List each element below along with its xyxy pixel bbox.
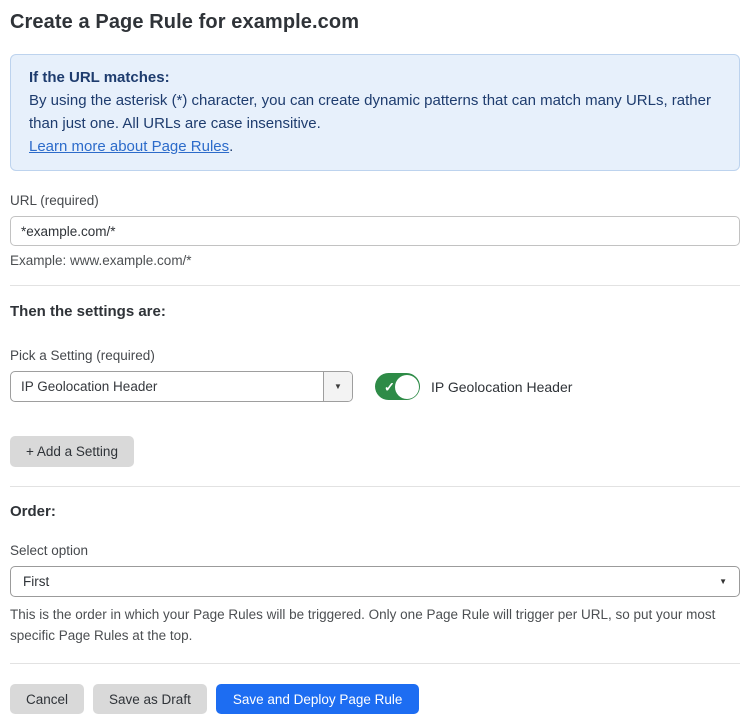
order-select[interactable]: First ▼ [10, 566, 740, 597]
create-page-rule-form: Create a Page Rule for example.com If th… [0, 0, 750, 726]
order-description: This is the order in which your Page Rul… [10, 604, 740, 646]
chevron-down-icon: ▼ [719, 577, 727, 586]
chevron-down-icon: ▼ [334, 382, 342, 391]
setting-select[interactable]: IP Geolocation Header ▼ [10, 371, 353, 402]
divider [10, 285, 740, 286]
toggle-label: IP Geolocation Header [431, 379, 572, 395]
divider [10, 486, 740, 487]
setting-select-arrow-button[interactable]: ▼ [323, 372, 352, 401]
order-select-label: Select option [10, 543, 740, 558]
link-suffix: . [229, 138, 233, 155]
setting-picker-label: Pick a Setting (required) [10, 348, 740, 363]
save-and-deploy-button[interactable]: Save and Deploy Page Rule [216, 684, 420, 714]
action-buttons-row: Cancel Save as Draft Save and Deploy Pag… [10, 684, 740, 714]
save-as-draft-button[interactable]: Save as Draft [93, 684, 207, 714]
url-field-label: URL (required) [10, 193, 740, 208]
page-title: Create a Page Rule for example.com [10, 11, 740, 34]
toggle-knob [395, 375, 419, 399]
divider [10, 663, 740, 664]
check-icon: ✓ [384, 380, 395, 393]
url-match-info-box: If the URL matches: By using the asteris… [10, 54, 740, 171]
info-box-heading: If the URL matches: [29, 66, 721, 89]
setting-select-value: IP Geolocation Header [11, 372, 323, 401]
add-setting-button[interactable]: + Add a Setting [10, 436, 134, 467]
url-input[interactable] [10, 216, 740, 246]
order-section-heading: Order: [10, 503, 740, 520]
info-box-body: By using the asterisk (*) character, you… [29, 89, 721, 135]
setting-row: IP Geolocation Header ▼ ✓ IP Geolocation… [10, 371, 740, 402]
ip-geolocation-toggle[interactable]: ✓ [375, 373, 420, 400]
learn-more-link[interactable]: Learn more about Page Rules [29, 138, 229, 155]
settings-section-heading: Then the settings are: [10, 303, 740, 320]
url-example-text: Example: www.example.com/* [10, 253, 740, 268]
info-box-link-line: Learn more about Page Rules. [29, 135, 721, 158]
order-select-value: First [23, 574, 49, 589]
cancel-button[interactable]: Cancel [10, 684, 84, 714]
